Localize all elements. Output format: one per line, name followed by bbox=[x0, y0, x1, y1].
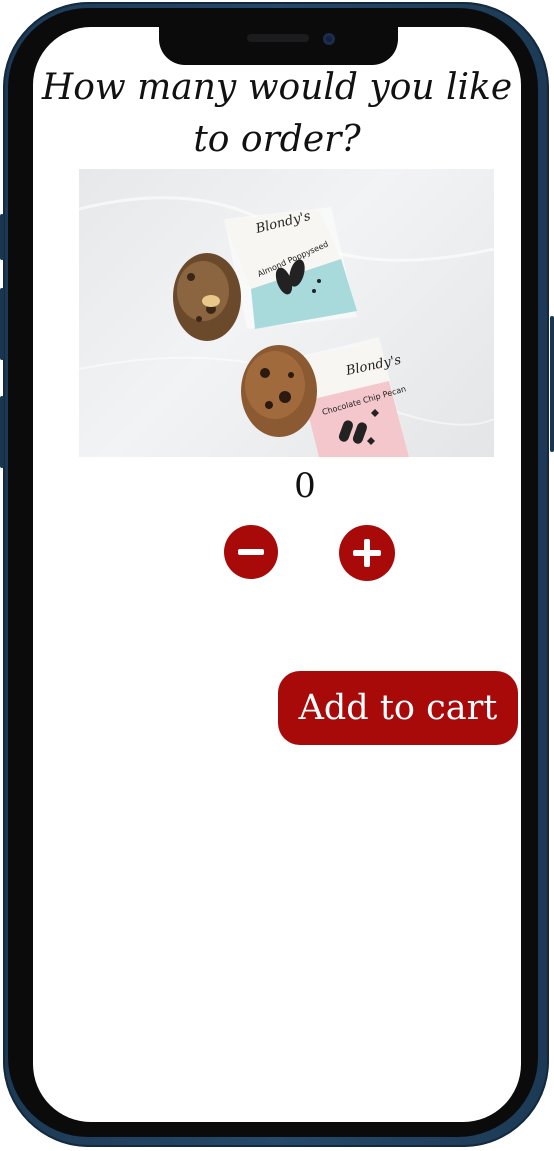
add-to-cart-button[interactable]: Add to cart bbox=[278, 671, 518, 745]
speaker-grille bbox=[247, 34, 309, 42]
side-button-right bbox=[550, 316, 554, 452]
package-almond-poppyseed: Blondy's Almond Poppyseed bbox=[173, 207, 357, 341]
notch bbox=[159, 27, 398, 65]
side-button-left-2 bbox=[0, 288, 4, 360]
side-button-left-3 bbox=[0, 396, 4, 468]
cookies-photo: Blondy's Almond Poppyseed Blondy's Choco… bbox=[79, 196, 494, 457]
side-button-left-1 bbox=[0, 214, 4, 260]
product-image: Blondy's Almond Poppyseed Blondy's Choco… bbox=[79, 169, 494, 457]
page-title: How many would you like to order? bbox=[41, 67, 513, 160]
increment-button[interactable] bbox=[339, 525, 395, 581]
quantity-value: 0 bbox=[294, 466, 316, 506]
package-chocolate-chip-pecan: Blondy's Chocolate Chip Pecan bbox=[241, 337, 409, 457]
front-camera-icon bbox=[323, 33, 335, 45]
decrement-button[interactable] bbox=[224, 525, 278, 579]
